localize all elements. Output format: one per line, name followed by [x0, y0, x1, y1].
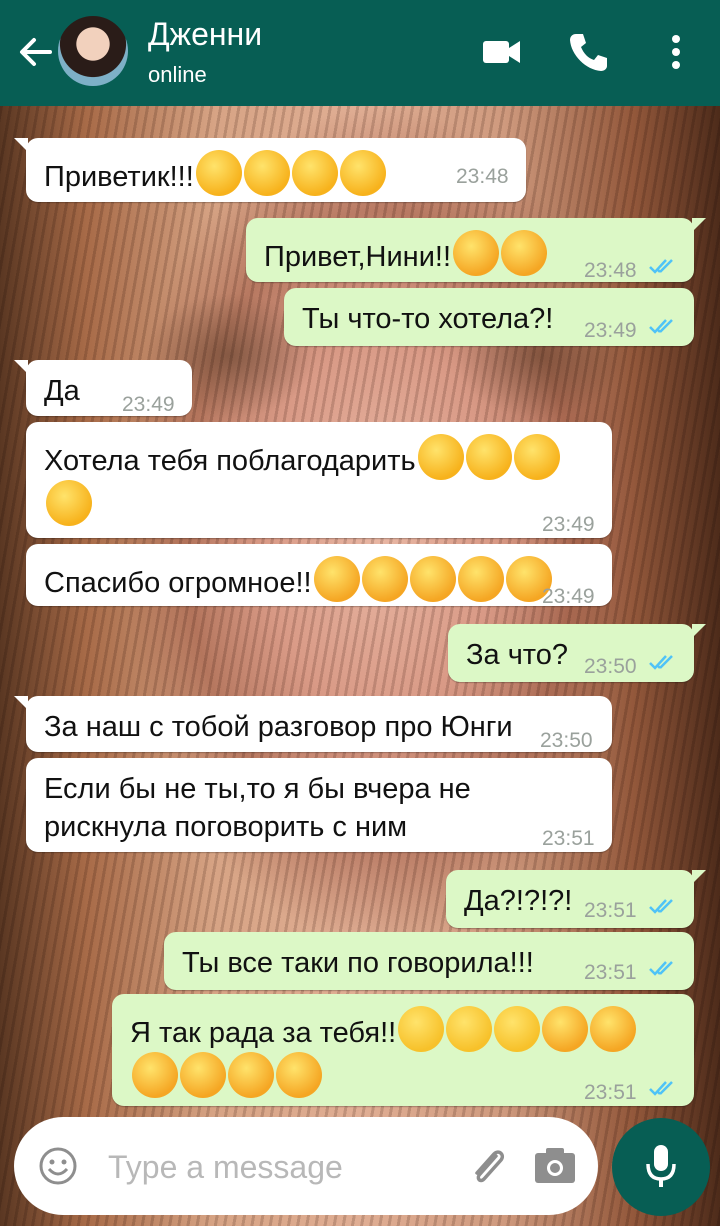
message-time: 23:48 — [456, 165, 509, 188]
phone-icon[interactable] — [566, 30, 610, 74]
attach-icon[interactable] — [466, 1144, 510, 1188]
camera-icon[interactable] — [532, 1144, 578, 1188]
hugging-face-emoji — [195, 150, 242, 196]
read-receipt-icon — [649, 1081, 673, 1096]
message-text-content: Ты все таки по говорила!!! — [182, 947, 534, 979]
smiling-face-emoji — [590, 1006, 637, 1052]
message-text-content: Ты что-то хотела?! — [302, 303, 554, 335]
kissing-face-emoji — [409, 556, 456, 602]
message-time: 23:51 — [584, 899, 637, 922]
message-text: За что? — [466, 636, 676, 674]
message-time: 23:49 — [122, 393, 175, 416]
message-time: 23:51 — [584, 1081, 637, 1104]
incoming-message[interactable]: Если бы не ты,то я бы вчера не рискнула … — [26, 758, 612, 852]
outgoing-message[interactable]: Ты все таки по говорила!!! 23:51 — [164, 932, 694, 990]
message-input[interactable]: Type a message — [108, 1149, 343, 1186]
read-receipt-icon — [649, 961, 673, 976]
kissing-face-emoji — [361, 556, 408, 602]
relieved-face-emoji — [417, 434, 464, 480]
outgoing-message[interactable]: Привет,Нини!! 23:48 — [246, 218, 706, 282]
message-text-content: Я так рада за тебя!! — [130, 1017, 397, 1049]
message-text: За наш с тобой разговор про Юнги — [44, 708, 594, 746]
message-time: 23:51 — [542, 827, 595, 850]
relieved-face-emoji — [513, 434, 560, 480]
grinning-face-emoji — [494, 1006, 541, 1052]
incoming-message[interactable]: Приветик!!! 23:48 — [14, 138, 526, 202]
read-receipt-icon — [649, 899, 673, 914]
emoji-icon[interactable] — [38, 1146, 78, 1186]
message-text: Спасибо огромное!! — [44, 556, 594, 602]
incoming-message[interactable]: За наш с тобой разговор про Юнги 23:50 — [14, 696, 612, 752]
avatar[interactable] — [58, 16, 128, 86]
outgoing-message[interactable]: Я так рада за тебя!! 23:51 — [112, 994, 694, 1106]
message-text-content: За наш с тобой разговор про Юнги — [44, 711, 513, 743]
outgoing-message[interactable]: Ты что-то хотела?! 23:49 — [284, 288, 694, 346]
message-text-content: Да?!?!?! — [464, 885, 573, 917]
kissing-face-emoji — [180, 1052, 226, 1098]
message-text-content: Привет,Нини!! — [264, 241, 452, 273]
smiling-face-emoji — [453, 230, 500, 276]
grinning-face-emoji — [446, 1006, 493, 1052]
hugging-face-emoji — [339, 150, 386, 196]
message-list[interactable]: Приветик!!! 23:48 Привет,Нини!! 23:48 Ты что… — [0, 106, 720, 1106]
message-text-content: За что? — [466, 639, 569, 671]
incoming-message[interactable]: Да 23:49 — [14, 360, 192, 416]
read-receipt-icon — [649, 259, 673, 274]
message-text: Да?!?!?! — [464, 882, 676, 920]
incoming-message[interactable]: Спасибо огромное!! 23:49 — [26, 544, 612, 608]
kissing-face-emoji — [276, 1052, 322, 1098]
smiling-face-emoji — [542, 1006, 589, 1052]
message-time: 23:51 — [584, 961, 637, 984]
smiling-face-emoji — [132, 1052, 178, 1098]
mic-icon — [646, 1145, 676, 1187]
message-time: 23:50 — [540, 729, 593, 752]
outgoing-message[interactable]: Да?!?!?! 23:51 — [446, 870, 706, 928]
message-text-content: Спасибо огромное!! — [44, 567, 312, 599]
hugging-face-emoji — [291, 150, 338, 196]
chat-header: Дженни online — [0, 0, 720, 106]
message-text-content: Да — [44, 375, 80, 407]
message-text: Если бы не ты,то я бы вчера не рискнула … — [44, 770, 594, 846]
message-text-content: Если бы не ты,то я бы вчера не рискнула … — [44, 773, 479, 843]
read-receipt-icon — [649, 319, 673, 334]
mic-button[interactable] — [612, 1118, 710, 1216]
message-time: 23:49 — [542, 585, 595, 608]
incoming-message[interactable]: Хотела тебя поблагодарить 23:49 — [26, 422, 612, 538]
relieved-face-emoji — [46, 480, 92, 526]
outgoing-message[interactable]: За что? 23:50 — [448, 624, 706, 682]
back-arrow-icon[interactable] — [16, 30, 54, 74]
message-time: 23:49 — [542, 513, 595, 536]
message-text: Хотела тебя поблагодарить — [44, 434, 594, 526]
smiling-face-emoji — [501, 230, 548, 276]
message-composer[interactable]: Type a message — [14, 1117, 598, 1215]
read-receipt-icon — [649, 655, 673, 670]
relieved-face-emoji — [465, 434, 512, 480]
message-time: 23:50 — [584, 655, 637, 678]
message-text: Приветик!!! — [44, 150, 508, 196]
contact-status: online — [148, 62, 207, 87]
message-text-content: Хотела тебя поблагодарить — [44, 445, 416, 477]
contact-name[interactable]: Дженни — [148, 16, 262, 53]
message-time: 23:48 — [584, 259, 637, 282]
kissing-face-emoji — [228, 1052, 274, 1098]
hugging-face-emoji — [243, 150, 290, 196]
more-vert-icon[interactable] — [654, 30, 698, 74]
kissing-face-emoji — [313, 556, 360, 602]
message-text-content: Приветик!!! — [44, 161, 194, 193]
kissing-face-emoji — [457, 556, 504, 602]
video-call-icon[interactable] — [480, 30, 524, 74]
grinning-face-emoji — [398, 1006, 445, 1052]
message-time: 23:49 — [584, 319, 637, 342]
